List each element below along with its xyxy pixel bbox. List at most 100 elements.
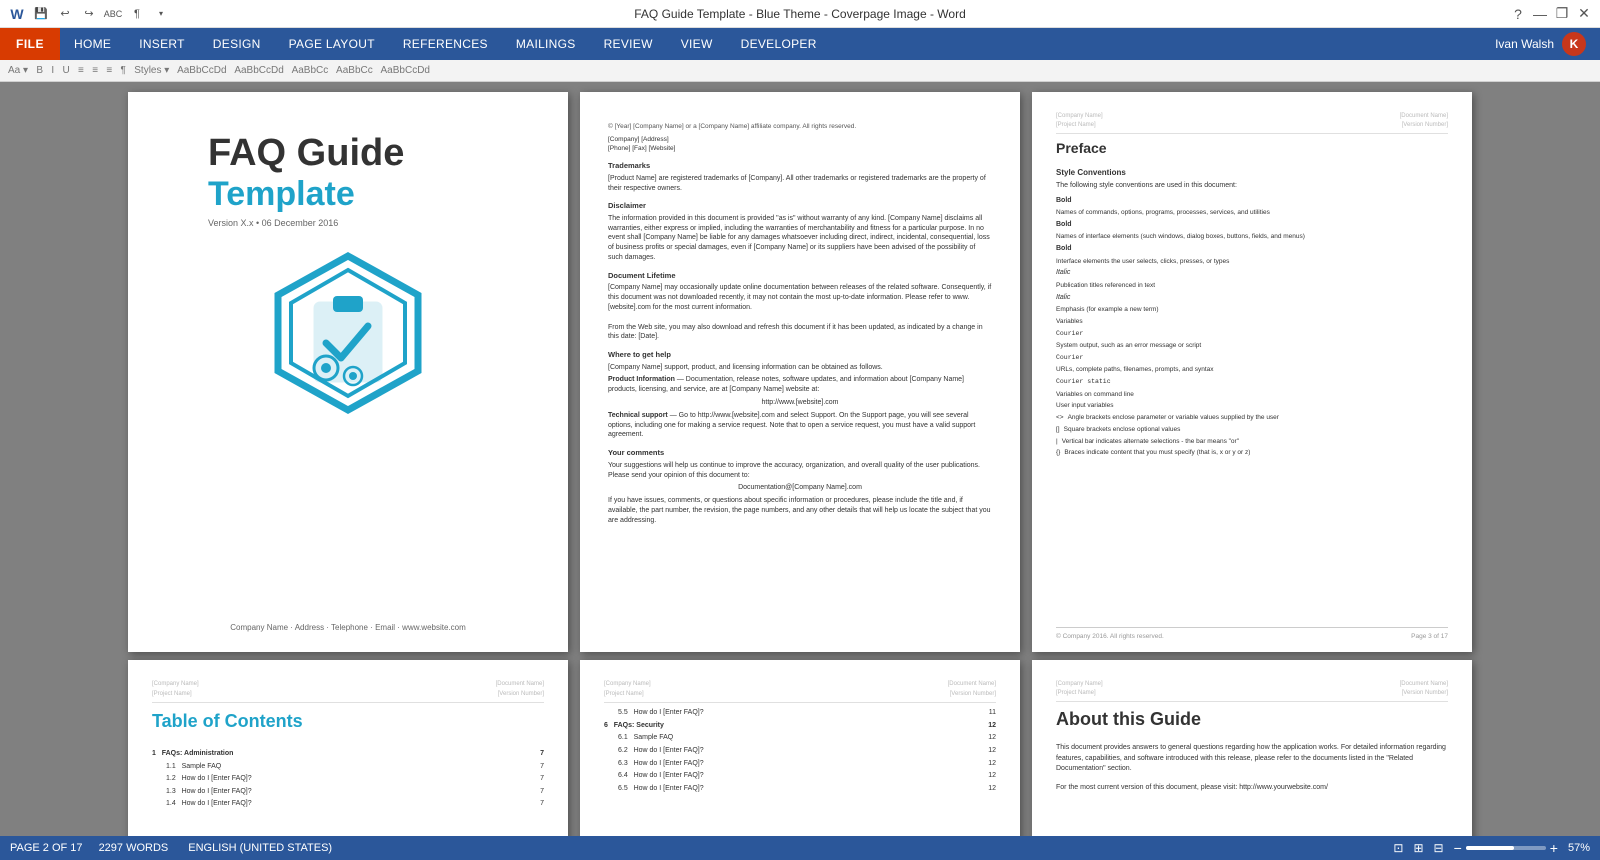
comments-email: Documentation@[Company Name].com [608,483,992,493]
comments-text2: If you have issues, comments, or questio… [608,496,992,525]
disclaimer-text: The information provided in this documen… [608,214,992,263]
preface-doc-name: [Document Name] [1400,112,1448,121]
toc-company: [Company Name] [152,680,199,690]
toc-entries: 1 FAQs: Administration 7 1.1 Sample FAQ … [152,748,544,811]
cover-version: Version X.x • 06 December 2016 [208,218,404,228]
lifetime-text: [Company Name] may occasionally update o… [608,283,992,312]
tech-support: Technical support — Go to http://www.[we… [608,411,992,440]
conv-courier-2: URLs, complete paths, filenames, prompts… [1056,365,1448,375]
tab-view[interactable]: VIEW [667,28,727,60]
about-header: [Company Name] [Project Name] [Document … [1056,680,1448,702]
page-indicator: PAGE 2 OF 17 [10,842,83,854]
about-company: [Company Name] [1056,680,1103,689]
legal-page: © [Year] [Company Name] or a [Company Na… [580,92,1020,652]
preface-page: [Company Name] [Project Name] [Document … [1032,92,1472,652]
company-contact: [Phone] [Fax] [Website] [608,144,992,153]
product-info: Product Information — Documentation, rel… [608,375,992,395]
language: ENGLISH (UNITED STATES) [188,842,332,854]
zoom-minus[interactable]: − [1454,840,1462,856]
tab-page-layout[interactable]: PAGE LAYOUT [275,28,389,60]
tab-design[interactable]: DESIGN [199,28,275,60]
comments-title: Your comments [608,448,992,459]
view-icon-print[interactable]: ⊡ [1393,841,1403,855]
conventions-list: Bold Names of commands, options, program… [1056,196,1448,459]
window-controls: ? — ❐ ✕ [1510,6,1592,22]
preface-version: [Version Number] [1400,121,1448,130]
preface-header: [Company Name] [Project Name] [Document … [1056,112,1448,134]
preface-company-name: [Company Name] [1056,112,1103,121]
zoom-slider-fill [1466,846,1514,850]
tab-home[interactable]: HOME [60,28,125,60]
status-bar: PAGE 2 OF 17 2297 WORDS ENGLISH (UNITED … [0,836,1600,860]
zoom-level: 57% [1568,842,1590,854]
conv-bold-2: Names of interface elements (such window… [1056,232,1448,242]
conv-courier-static: Variables on command line [1056,390,1448,400]
toc-mid-header: [Company Name] [Project Name] [Document … [604,680,996,703]
about-title: About this Guide [1056,706,1448,733]
conv-courier-1: System output, such as an error message … [1056,341,1448,351]
save-icon[interactable]: 💾 [32,5,50,23]
preface-project-name: [Project Name] [1056,121,1103,130]
pages-row-bottom: [Company Name] [Project Name] [Document … [128,660,1472,836]
ribbon-commands: Aa ▾ B I U ≡ ≡ ≡ ¶ Styles ▾ AaBbCcDd AaB… [0,60,1600,82]
about-text2: For the most current version of this doc… [1056,783,1448,794]
toc-mid-page: [Company Name] [Project Name] [Document … [580,660,1020,836]
dropdown-icon[interactable]: ▾ [152,5,170,23]
tab-file[interactable]: FILE [0,28,60,60]
window-title: FAQ Guide Template - Blue Theme - Coverp… [634,7,966,21]
conv-bold-3: Interface elements the user selects, cli… [1056,257,1448,267]
language-text: ENGLISH (UNITED STATES) [188,842,332,854]
restore-button[interactable]: ❐ [1554,6,1570,22]
toc-version: [Version Number] [496,690,544,700]
toc-header: [Company Name] [Project Name] [Document … [152,680,544,703]
format-icon[interactable]: ¶ [128,5,146,23]
toc-page: [Company Name] [Project Name] [Document … [128,660,568,836]
style-intro: The following style conventions are used… [1056,181,1448,192]
lifetime-title: Document Lifetime [608,271,992,282]
close-button[interactable]: ✕ [1576,6,1592,22]
style-conventions-title: Style Conventions [1056,167,1448,179]
toc-title: Table of Contents [152,707,544,736]
toc-mid-entries: 5.5 How do I [Enter FAQ]? 11 6 FAQs: Sec… [604,707,996,795]
zoom-slider[interactable] [1466,846,1546,850]
comments-text: Your suggestions will help us continue t… [608,461,992,481]
spellcheck-icon[interactable]: ABC [104,5,122,23]
zoom-control[interactable]: − + [1454,840,1558,856]
cover-logo [263,248,433,418]
product-url: http://www.[website].com [608,398,992,408]
tab-insert[interactable]: INSERT [125,28,199,60]
conv-italic-1: Publication titles referenced in text [1056,281,1448,291]
ribbon-cmd-strip: Aa ▾ B I U ≡ ≡ ≡ ¶ Styles ▾ AaBbCcDd AaB… [8,65,430,76]
tab-mailings[interactable]: MAILINGS [502,28,590,60]
tech-bold: Technical support [608,412,668,419]
undo-icon[interactable]: ↩ [56,5,74,23]
conv-bold-1: Names of commands, options, programs, pr… [1056,208,1448,218]
preface-footer-left: © Company 2016. All rights reserved. [1056,632,1164,642]
conv-variables: Variables [1056,317,1448,327]
redo-icon[interactable]: ↪ [80,5,98,23]
company-address: [Company] [Address] [608,135,992,144]
word-count: 2297 WORDS [99,842,169,854]
zoom-plus[interactable]: + [1550,840,1558,856]
toc-project: [Project Name] [152,690,199,700]
cover-page: FAQ Guide Template Version X.x • 06 Dece… [128,92,568,652]
product-bold: Product Information [608,376,675,383]
cover-footer: Company Name · Address · Telephone · Ema… [230,593,466,632]
tab-references[interactable]: REFERENCES [389,28,502,60]
cover-template-title: Template [208,175,404,214]
status-right: ⊡ ⊞ ⊟ − + 57% [1393,840,1590,856]
about-project: [Project Name] [1056,689,1103,698]
preface-title: Preface [1056,138,1448,159]
view-icon-web[interactable]: ⊞ [1413,841,1423,855]
tab-review[interactable]: REVIEW [590,28,667,60]
title-bar: W 💾 ↩ ↪ ABC ¶ ▾ FAQ Guide Template - Blu… [0,0,1600,28]
cover-faq-title: FAQ Guide [208,132,404,175]
about-version: [Version Number] [1400,689,1448,698]
tab-developer[interactable]: DEVELOPER [727,28,831,60]
user-avatar: K [1562,32,1586,56]
help-button[interactable]: ? [1510,6,1526,22]
minimize-button[interactable]: — [1532,6,1548,22]
help-text: [Company Name] support, product, and lic… [608,363,992,373]
view-icon-read[interactable]: ⊟ [1434,841,1444,855]
user-name: Ivan Walsh [1495,37,1554,51]
